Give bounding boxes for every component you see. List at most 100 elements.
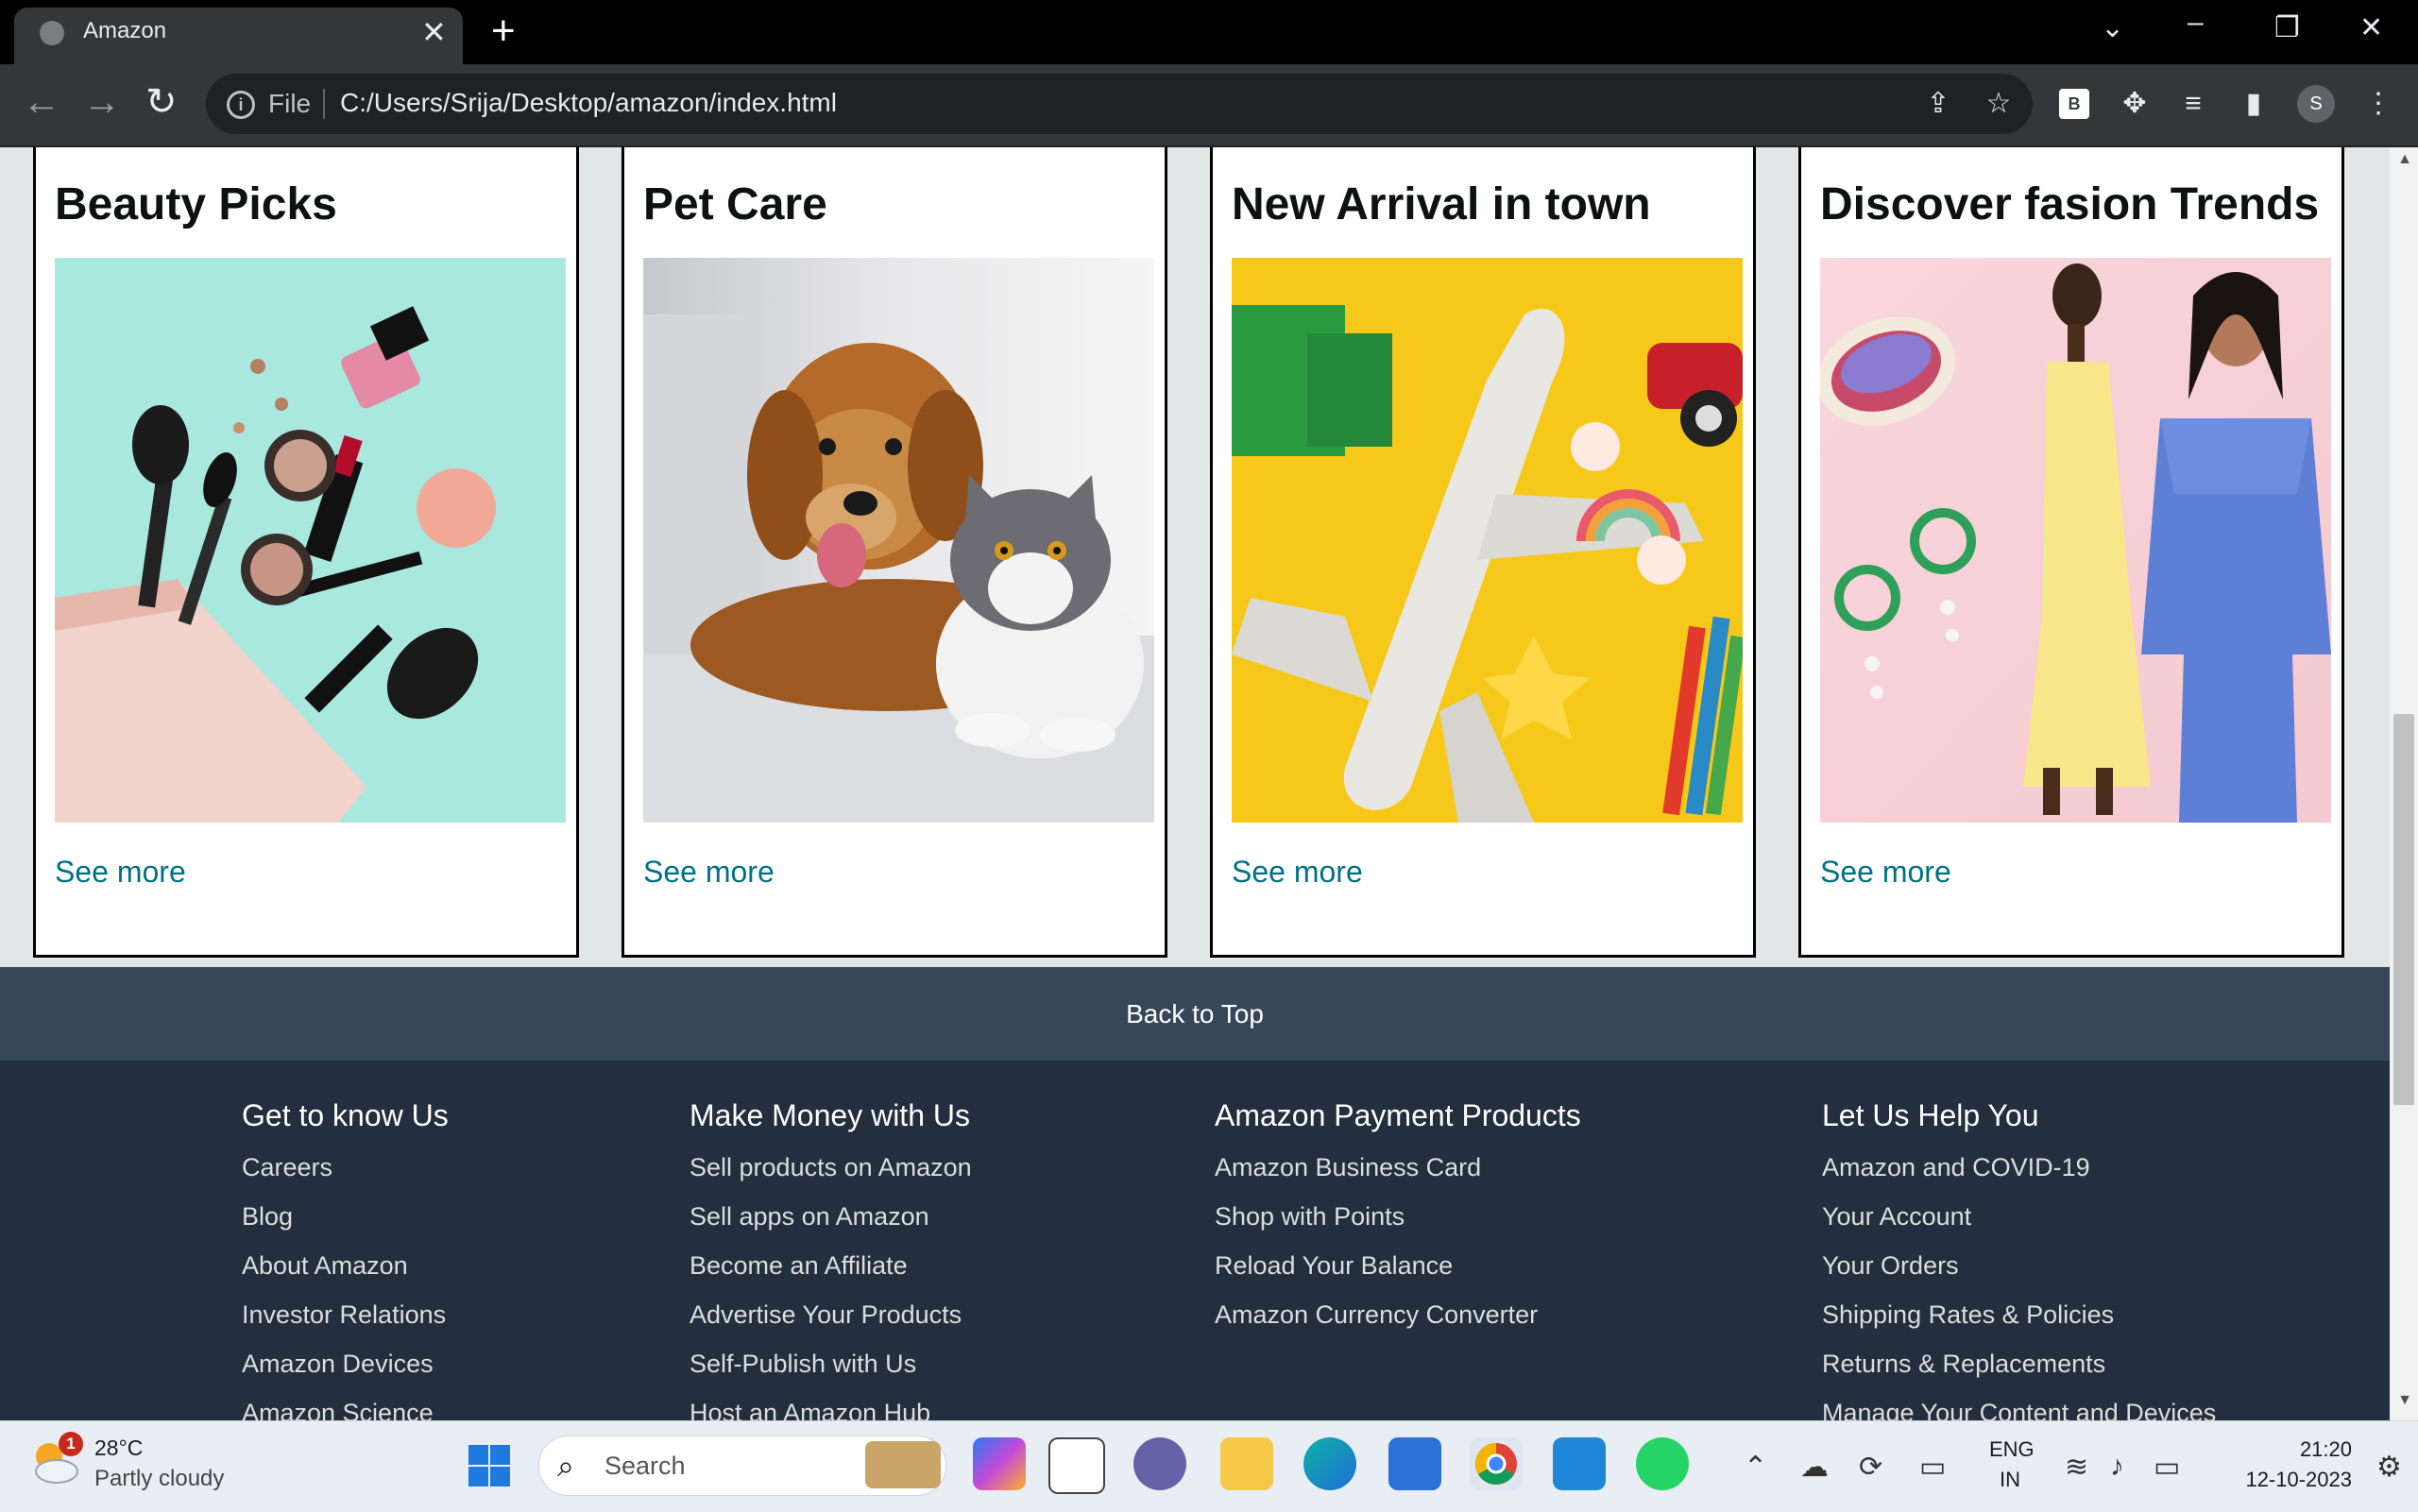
- extension-b-icon[interactable]: B: [2059, 89, 2089, 119]
- weather-description[interactable]: Partly cloudy: [94, 1466, 224, 1492]
- task-view-icon[interactable]: [1048, 1437, 1105, 1494]
- scroll-down-icon[interactable]: ▼: [2395, 1392, 2414, 1409]
- footer-link-sell-products[interactable]: Sell products on Amazon: [690, 1143, 972, 1192]
- footer-link-affiliate[interactable]: Become an Affiliate: [690, 1241, 972, 1290]
- footer-link-amazon-hub[interactable]: Host an Amazon Hub: [690, 1388, 972, 1420]
- page-viewport: Beauty Picks See more Pet Care See more …: [0, 147, 2390, 1420]
- see-more-link[interactable]: See more: [1820, 855, 1951, 890]
- scrollbar-thumb[interactable]: [2393, 714, 2414, 1105]
- footer-column-make-money: Make Money with Us Sell products on Amaz…: [690, 1098, 972, 1420]
- media-control-icon[interactable]: ≡: [2174, 87, 2212, 121]
- share-icon[interactable]: ⇪: [1919, 87, 1957, 121]
- pet-image[interactable]: [643, 258, 1154, 823]
- back-to-top-button[interactable]: Back to Top: [0, 967, 2390, 1061]
- footer-column-about: Get to know Us Careers Blog About Amazon…: [242, 1098, 449, 1420]
- footer-link-business-card[interactable]: Amazon Business Card: [1215, 1143, 1581, 1192]
- star-icon[interactable]: ☆: [1980, 87, 2018, 121]
- minimize-icon[interactable]: –: [2188, 4, 2204, 42]
- puzzle-icon[interactable]: ✥: [2116, 87, 2154, 121]
- footer-link-sell-apps[interactable]: Sell apps on Amazon: [690, 1192, 972, 1241]
- footer-link-blog[interactable]: Blog: [242, 1192, 449, 1241]
- forward-arrow-icon[interactable]: →: [83, 83, 121, 121]
- search-placeholder: Search: [604, 1452, 686, 1480]
- card-fashion-trends: Discover fasion Trends See more: [1798, 147, 2344, 958]
- footer-link-shop-points[interactable]: Shop with Points: [1215, 1192, 1581, 1241]
- profile-avatar[interactable]: S: [2297, 85, 2335, 123]
- see-more-link[interactable]: See more: [643, 855, 775, 890]
- info-icon[interactable]: i: [227, 91, 255, 119]
- notification-badge: 1: [59, 1432, 83, 1456]
- search-highlight-icon: [865, 1441, 941, 1488]
- card-pet-care: Pet Care See more: [622, 147, 1167, 958]
- footer-link-returns[interactable]: Returns & Replacements: [1822, 1339, 2216, 1388]
- close-tab-icon[interactable]: ✕: [421, 13, 447, 51]
- new-tab-button[interactable]: +: [491, 9, 516, 53]
- toys-image[interactable]: [1232, 258, 1743, 823]
- footer-column-title: Get to know Us: [242, 1098, 449, 1132]
- sync-icon[interactable]: ⟳: [1859, 1451, 1882, 1484]
- display-icon[interactable]: ▭: [1919, 1451, 1946, 1484]
- notifications-icon[interactable]: ⚙: [2376, 1451, 2402, 1484]
- onedrive-icon[interactable]: ☁: [1800, 1451, 1829, 1484]
- clock-time[interactable]: 21:20: [2276, 1437, 2352, 1462]
- teams-chat-icon[interactable]: [1133, 1437, 1186, 1490]
- footer-link-reload-balance[interactable]: Reload Your Balance: [1215, 1241, 1581, 1290]
- search-icon: ⌕: [557, 1449, 574, 1483]
- tab-amazon[interactable]: [14, 8, 463, 64]
- footer-link-careers[interactable]: Careers: [242, 1143, 449, 1192]
- tab-search-icon[interactable]: ⌄: [2101, 9, 2124, 47]
- footer-link-manage-content[interactable]: Manage Your Content and Devices: [1822, 1388, 2216, 1420]
- footer-column-title: Amazon Payment Products: [1215, 1098, 1581, 1132]
- region-indicator[interactable]: IN: [2000, 1468, 2020, 1492]
- weather-temperature[interactable]: 28°C: [94, 1436, 143, 1461]
- menu-icon[interactable]: ⋮: [2359, 87, 2397, 121]
- language-indicator[interactable]: ENG: [1989, 1437, 2035, 1462]
- file-label: File: [268, 89, 312, 118]
- windows-start-icon[interactable]: [467, 1443, 512, 1488]
- footer-link-about-amazon[interactable]: About Amazon: [242, 1241, 449, 1290]
- restore-icon[interactable]: ❐: [2274, 9, 2300, 47]
- globe-icon: [40, 21, 64, 45]
- back-arrow-icon[interactable]: ←: [23, 83, 60, 121]
- footer-link-advertise[interactable]: Advertise Your Products: [690, 1290, 972, 1339]
- scroll-up-icon[interactable]: ▲: [2395, 151, 2414, 168]
- see-more-link[interactable]: See more: [55, 855, 186, 890]
- reload-icon[interactable]: ↻: [145, 83, 178, 121]
- footer-column-title: Let Us Help You: [1822, 1098, 2039, 1132]
- address-separator: [323, 89, 325, 119]
- edge-icon[interactable]: [1303, 1437, 1356, 1490]
- card-title: New Arrival in town: [1232, 179, 1651, 229]
- clock-date[interactable]: 12-10-2023: [2218, 1468, 2352, 1492]
- chrome-active-bg[interactable]: [1470, 1437, 1523, 1490]
- store-icon[interactable]: [1388, 1437, 1441, 1490]
- footer-column-title: Make Money with Us: [690, 1098, 970, 1132]
- chevron-up-icon[interactable]: ⌃: [1744, 1451, 1767, 1484]
- url-text[interactable]: C:/Users/Srija/Desktop/amazon/index.html: [340, 88, 837, 118]
- taskbar: [0, 1420, 2418, 1512]
- side-panel-icon[interactable]: ▮: [2235, 87, 2273, 121]
- footer-link-amazon-science[interactable]: Amazon Science: [242, 1388, 449, 1420]
- footer-link-your-account[interactable]: Your Account: [1822, 1192, 2216, 1241]
- footer-link-covid[interactable]: Amazon and COVID-19: [1822, 1143, 2216, 1192]
- close-window-icon[interactable]: ✕: [2359, 9, 2383, 47]
- card-title: Discover fasion Trends: [1820, 179, 2320, 229]
- footer-column-help: Let Us Help You Amazon and COVID-19 Your…: [1822, 1098, 2216, 1420]
- volume-icon[interactable]: ♪: [2110, 1451, 2124, 1483]
- footer-link-amazon-devices[interactable]: Amazon Devices: [242, 1339, 449, 1388]
- wifi-icon[interactable]: ≋: [2065, 1451, 2088, 1484]
- beauty-image[interactable]: [55, 258, 566, 823]
- whatsapp-icon[interactable]: [1636, 1437, 1689, 1490]
- footer-link-shipping[interactable]: Shipping Rates & Policies: [1822, 1290, 2216, 1339]
- card-title: Beauty Picks: [55, 179, 337, 229]
- copilot-icon[interactable]: [973, 1437, 1026, 1490]
- footer-link-currency-converter[interactable]: Amazon Currency Converter: [1215, 1290, 1581, 1339]
- fashion-image[interactable]: [1820, 258, 2331, 823]
- footer-link-investor-relations[interactable]: Investor Relations: [242, 1290, 449, 1339]
- footer-link-self-publish[interactable]: Self-Publish with Us: [690, 1339, 972, 1388]
- vscode-icon[interactable]: [1553, 1437, 1606, 1490]
- battery-icon[interactable]: ▭: [2154, 1451, 2180, 1484]
- card-title: Pet Care: [643, 179, 827, 229]
- see-more-link[interactable]: See more: [1232, 855, 1363, 890]
- file-explorer-icon[interactable]: [1220, 1437, 1273, 1490]
- footer-link-your-orders[interactable]: Your Orders: [1822, 1241, 2216, 1290]
